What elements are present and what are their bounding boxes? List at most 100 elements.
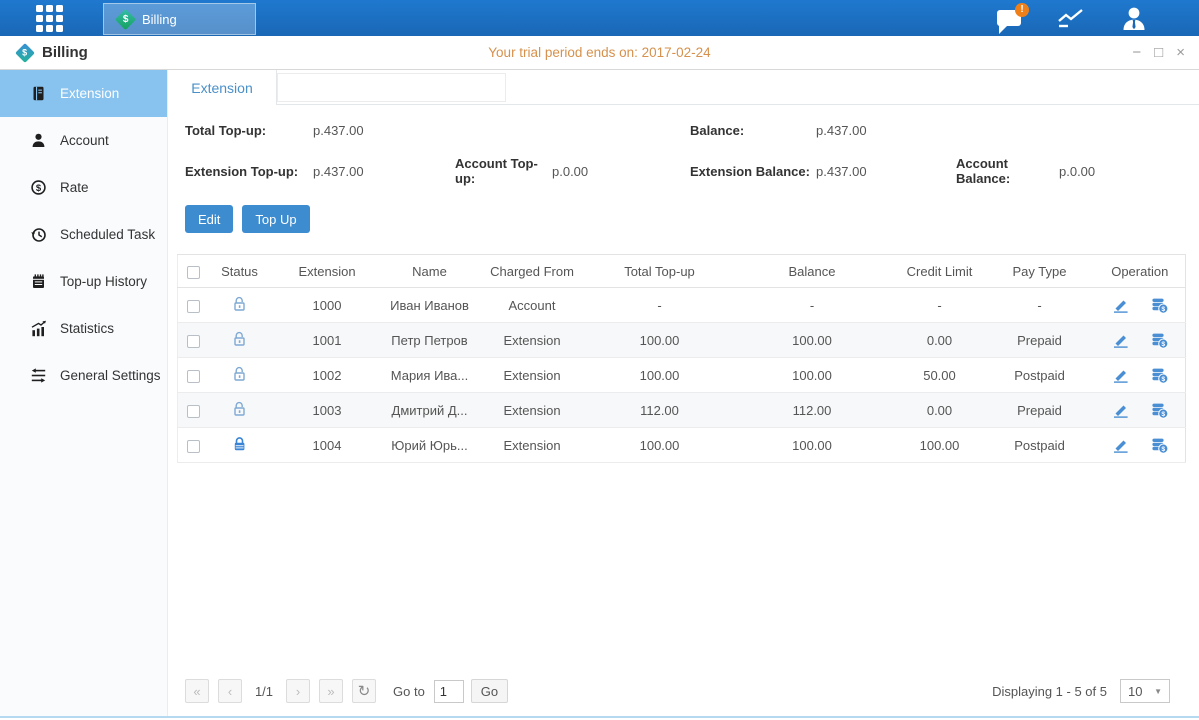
person-icon <box>30 132 47 149</box>
user-menu-button[interactable] <box>1121 6 1147 30</box>
goto-page-input[interactable] <box>434 680 464 703</box>
col-charged-from: Charged From <box>475 255 590 288</box>
resource-monitor-button[interactable] <box>1057 7 1085 29</box>
cell-total-topup: 100.00 <box>590 323 730 358</box>
action-buttons: Edit Top Up <box>185 205 1199 233</box>
sidebar-item-label: Extension <box>60 86 119 101</box>
sidebar-item-label: Rate <box>60 180 89 195</box>
cell-pay-type: Prepaid <box>985 393 1095 428</box>
chevron-down-icon: ▼ <box>1154 687 1162 696</box>
extension-table: Status Extension Name Charged From Total… <box>177 254 1186 463</box>
edit-button[interactable]: Edit <box>185 205 233 233</box>
account-balance-label: Account Balance: <box>956 156 1059 186</box>
cell-credit-limit: 100.00 <box>895 428 985 463</box>
row-checkbox[interactable] <box>187 405 200 418</box>
cell-total-topup: 100.00 <box>590 428 730 463</box>
balance-label: Balance: <box>690 123 816 138</box>
edit-row-icon[interactable] <box>1111 332 1130 348</box>
window-title: Billing <box>42 44 88 61</box>
topbar-tab-billing[interactable]: $ Billing <box>103 3 256 35</box>
cell-credit-limit: 0.00 <box>895 323 985 358</box>
cell-pay-type: Prepaid <box>985 323 1095 358</box>
page-size-select[interactable]: 10 ▼ <box>1120 679 1170 703</box>
top-up-row-icon[interactable]: $ <box>1150 332 1169 349</box>
cell-name: Юрий Юрь... <box>385 428 475 463</box>
prev-page-button[interactable]: ‹ <box>218 679 242 703</box>
first-page-button[interactable]: « <box>185 679 209 703</box>
cell-total-topup: 112.00 <box>590 393 730 428</box>
cell-charged-from: Account <box>475 288 590 323</box>
bar-chart-arrow-icon <box>30 320 47 337</box>
cell-credit-limit: 50.00 <box>895 358 985 393</box>
billing-diamond-icon: $ <box>115 8 136 29</box>
col-total-topup: Total Top-up <box>590 255 730 288</box>
last-page-button[interactable]: » <box>319 679 343 703</box>
col-credit-limit: Credit Limit <box>895 255 985 288</box>
cell-pay-type: - <box>985 288 1095 323</box>
account-topup-value: p.0.00 <box>552 164 690 179</box>
col-balance: Balance <box>730 255 895 288</box>
top-up-row-icon[interactable]: $ <box>1150 402 1169 419</box>
sidebar-item-extension[interactable]: Extension <box>0 70 167 117</box>
refresh-icon[interactable]: ↻ <box>352 679 376 703</box>
maximize-button[interactable]: □ <box>1154 45 1163 60</box>
sidebar-item-topup-history[interactable]: Top-up History <box>0 258 167 305</box>
tab-extension[interactable]: Extension <box>168 70 277 105</box>
sidebar-item-scheduled-task[interactable]: Scheduled Task <box>0 211 167 258</box>
page-indicator: 1/1 <box>251 684 277 699</box>
user-icon <box>1121 6 1147 30</box>
row-checkbox[interactable] <box>187 300 200 313</box>
sidebar-item-account[interactable]: Account <box>0 117 167 164</box>
edit-row-icon[interactable] <box>1111 402 1130 418</box>
go-button[interactable]: Go <box>471 679 508 703</box>
close-button[interactable]: × <box>1176 45 1185 60</box>
cell-name: Иван Иванов <box>385 288 475 323</box>
svg-text:$: $ <box>1161 375 1165 382</box>
cell-extension: 1000 <box>270 288 385 323</box>
tab-strip: Extension <box>168 70 1199 105</box>
cell-extension: 1003 <box>270 393 385 428</box>
top-up-row-icon[interactable]: $ <box>1150 367 1169 384</box>
cell-balance: 112.00 <box>730 393 895 428</box>
cell-balance: 100.00 <box>730 428 895 463</box>
extension-balance-label: Extension Balance: <box>690 164 816 179</box>
unlocked-icon <box>232 331 247 347</box>
top-up-button[interactable]: Top Up <box>242 205 309 233</box>
top-up-row-icon[interactable]: $ <box>1150 437 1169 454</box>
sidebar-item-rate[interactable]: $ Rate <box>0 164 167 211</box>
edit-row-icon[interactable] <box>1111 437 1130 453</box>
pagination-controls: « ‹ 1/1 › » ↻ Go to Go <box>185 679 508 703</box>
coin-dollar-icon: $ <box>30 179 47 196</box>
minimize-button[interactable]: − <box>1132 45 1141 60</box>
svg-text:$: $ <box>1161 305 1165 312</box>
row-checkbox[interactable] <box>187 335 200 348</box>
cell-balance: 100.00 <box>730 358 895 393</box>
cell-credit-limit: - <box>895 288 985 323</box>
edit-row-icon[interactable] <box>1111 367 1130 383</box>
account-topup-label: Account Top-up: <box>455 156 552 186</box>
select-all-checkbox[interactable] <box>187 266 200 279</box>
unlocked-icon <box>232 296 247 312</box>
sidebar-item-general-settings[interactable]: General Settings <box>0 352 167 399</box>
cell-name: Петр Петров <box>385 323 475 358</box>
sidebar-item-statistics[interactable]: Statistics <box>0 305 167 352</box>
balance-value: p.437.00 <box>816 123 956 138</box>
main-content: Extension Total Top-up: p.437.00 Balance… <box>168 70 1199 716</box>
row-checkbox[interactable] <box>187 370 200 383</box>
top-up-row-icon[interactable]: $ <box>1150 297 1169 314</box>
notifications-button[interactable]: ! <box>997 10 1021 26</box>
app-grid-icon[interactable] <box>36 5 63 32</box>
sidebar-item-label: General Settings <box>60 368 161 383</box>
extension-topup-label: Extension Top-up: <box>185 164 313 179</box>
svg-text:$: $ <box>1161 340 1165 347</box>
topbar-tab-label: Billing <box>142 12 177 27</box>
table-row: 1000 Иван Иванов Account - - - - <box>178 288 1186 323</box>
svg-text:$: $ <box>1161 445 1165 452</box>
next-page-button[interactable]: › <box>286 679 310 703</box>
row-checkbox[interactable] <box>187 440 200 453</box>
line-chart-icon <box>1057 7 1085 29</box>
svg-text:$: $ <box>1161 410 1165 417</box>
extension-table-wrap: Status Extension Name Charged From Total… <box>177 254 1185 463</box>
cell-pay-type: Postpaid <box>985 428 1095 463</box>
edit-row-icon[interactable] <box>1111 297 1130 313</box>
